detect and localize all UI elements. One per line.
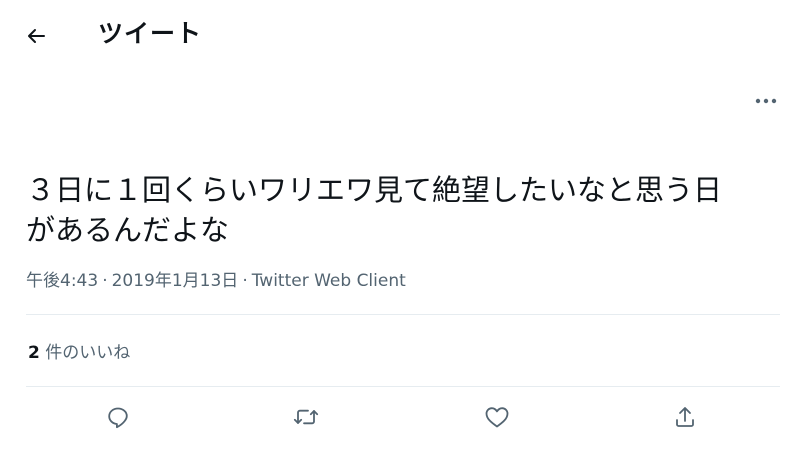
back-button[interactable]	[18, 18, 54, 54]
reply-icon	[106, 405, 130, 429]
like-button[interactable]	[479, 399, 515, 435]
retweet-icon	[293, 405, 319, 429]
tweet-client[interactable]: Twitter Web Client	[252, 271, 406, 291]
tweet-time[interactable]: 午後4:43	[26, 271, 98, 291]
header: ツイート	[0, 0, 800, 70]
retweet-button[interactable]	[288, 399, 324, 435]
divider	[26, 314, 780, 315]
page-title: ツイート	[98, 19, 203, 48]
tweet-text: ３日に１回くらいワリエワ見て絶望したいなと思う日 があるんだよな	[26, 170, 786, 250]
tweet-meta: 午後4:43 · 2019年1月13日 · Twitter Web Client	[26, 268, 406, 294]
likes-count-link[interactable]: 2 件のいいね	[28, 340, 130, 366]
more-horizontal-icon	[755, 98, 777, 104]
tweet-actions	[0, 395, 800, 439]
divider	[26, 386, 780, 387]
reply-button[interactable]	[100, 399, 136, 435]
tweet-detail-page: ツイート ３日に１回くらいワリエワ見て絶望したいなと思う日 があるんだよな 午後…	[0, 0, 800, 450]
likes-count: 2	[28, 343, 40, 363]
more-options-button[interactable]	[748, 86, 784, 116]
tweet-text-line: があるんだよな	[26, 213, 230, 247]
meta-separator: ·	[102, 271, 108, 291]
share-button[interactable]	[667, 399, 703, 435]
likes-label: 件のいいね	[45, 343, 131, 363]
tweet-date[interactable]: 2019年1月13日	[112, 271, 239, 291]
arrow-left-icon	[24, 24, 48, 48]
tweet-text-line: ３日に１回くらいワリエワ見て絶望したいなと思う日	[26, 173, 723, 207]
share-icon	[673, 405, 697, 429]
meta-separator: ·	[242, 271, 248, 291]
heart-icon	[484, 405, 510, 429]
